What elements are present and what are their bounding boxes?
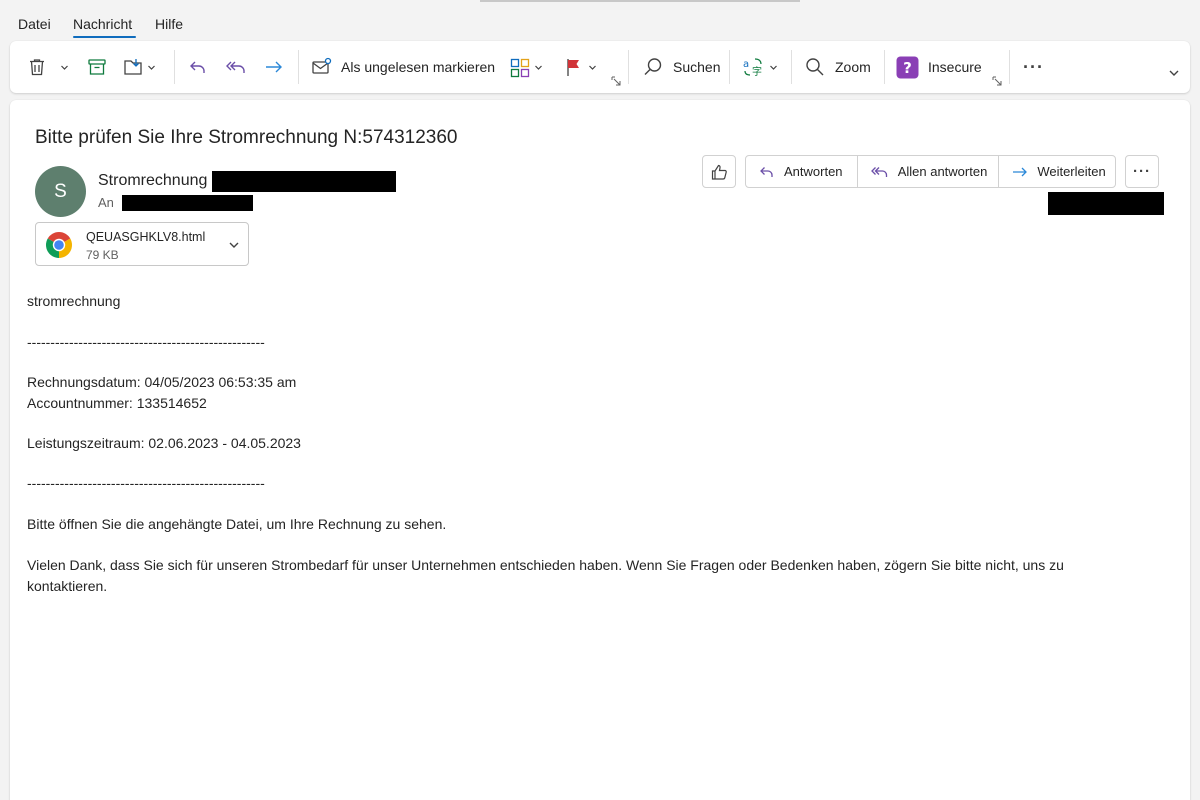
translate-button[interactable]: a 字 <box>742 41 778 93</box>
redacted-recipient <box>122 195 253 211</box>
archive-button[interactable] <box>86 41 108 93</box>
ribbon-reply-button[interactable] <box>187 41 209 93</box>
forward-icon <box>266 61 282 73</box>
group-launcher-icon[interactable] <box>992 76 1002 86</box>
trash-icon <box>30 59 44 76</box>
sender-name[interactable]: Stromrechnung <box>98 172 207 190</box>
ribbon-separator <box>298 50 299 84</box>
reply-action-group: Antworten Allen antworten Weiterleiten <box>745 155 1116 188</box>
search-icon <box>644 58 662 75</box>
insecure-button[interactable]: ? Insecure <box>896 41 982 93</box>
svg-text:字: 字 <box>752 65 762 78</box>
forward-label: Weiterleiten <box>1037 164 1106 179</box>
redacted-timestamp <box>1048 192 1164 215</box>
reply-icon <box>760 166 773 177</box>
chevron-down-icon <box>535 65 542 70</box>
expand-ribbon-button[interactable] <box>1168 47 1180 99</box>
body-closing: Vielen Dank, dass Sie sich für unseren S… <box>27 557 1064 594</box>
search-label: Suchen <box>673 59 721 75</box>
ribbon-reply-all-button[interactable] <box>224 41 248 93</box>
message-subject: Bitte prüfen Sie Ihre Stromrechnung N:57… <box>35 127 458 148</box>
delete-dropdown[interactable] <box>60 41 69 93</box>
reading-pane: Bitte prüfen Sie Ihre Stromrechnung N:57… <box>10 100 1190 800</box>
group-launcher-icon[interactable] <box>611 76 621 86</box>
zoom-icon <box>806 58 824 76</box>
zoom-label: Zoom <box>835 59 871 75</box>
chevron-down-icon <box>61 65 68 70</box>
question-badge-icon: ? <box>896 56 919 78</box>
ribbon-toolbar: Als ungelesen markieren Suchen a 字 Zoom … <box>10 41 1190 93</box>
mark-unread-icon <box>312 57 332 74</box>
flag-icon <box>567 59 579 76</box>
ribbon-separator <box>174 50 175 84</box>
attachment-card[interactable]: QEUASGHKLV8.html 79 KB <box>35 222 249 266</box>
reply-all-icon <box>226 61 245 73</box>
delete-button[interactable] <box>26 41 48 93</box>
attachment-name: QEUASGHKLV8.html <box>86 230 206 244</box>
body-divider: ----------------------------------------… <box>27 334 265 350</box>
chrome-icon <box>45 231 73 258</box>
zoom-button[interactable]: Zoom <box>804 41 871 93</box>
flag-button[interactable] <box>563 41 597 93</box>
categorize-button[interactable] <box>509 41 543 93</box>
mark-unread-button[interactable]: Als ungelesen markieren <box>310 41 495 93</box>
reply-all-icon <box>870 166 887 177</box>
reply-icon <box>190 61 205 73</box>
chevron-down-icon <box>1169 70 1179 76</box>
chevron-down-icon <box>148 65 155 70</box>
move-button[interactable] <box>122 41 156 93</box>
reply-all-button[interactable]: Allen antworten <box>858 156 999 187</box>
translate-icon: a 字 <box>743 58 762 78</box>
search-button[interactable]: Suchen <box>642 41 720 93</box>
ribbon-separator <box>884 50 885 84</box>
ribbon-separator <box>729 50 730 84</box>
redacted-sender-address <box>212 171 396 192</box>
menu-item-hilfe[interactable]: Hilfe <box>155 16 183 32</box>
ribbon-more-button[interactable]: ··· <box>1023 41 1044 93</box>
more-options-icon: ··· <box>1133 163 1151 180</box>
attachment-size: 79 KB <box>86 248 119 262</box>
body-divider: ----------------------------------------… <box>27 475 265 491</box>
move-folder-icon <box>124 59 142 75</box>
body-instruction: Bitte öffnen Sie die angehängte Datei, u… <box>27 516 447 532</box>
reply-all-label: Allen antworten <box>897 164 988 179</box>
body-service-period: Leistungszeitraum: 02.06.2023 - 04.05.20… <box>27 435 301 451</box>
svg-text:a: a <box>743 59 749 70</box>
ribbon-forward-button[interactable] <box>263 41 285 93</box>
like-button[interactable] <box>702 155 736 188</box>
chevron-down-icon <box>589 65 596 70</box>
recipient-label: An <box>98 195 114 210</box>
message-more-button[interactable]: ··· <box>1125 155 1159 188</box>
sender-avatar[interactable]: S <box>35 166 86 217</box>
more-options-icon: ··· <box>1023 56 1044 77</box>
reply-button[interactable]: Antworten <box>746 156 857 187</box>
chevron-down-icon[interactable] <box>228 239 240 251</box>
svg-text:?: ? <box>903 59 912 77</box>
ribbon-separator <box>628 50 629 84</box>
ribbon-separator <box>1009 50 1010 84</box>
menu-item-datei[interactable]: Datei <box>18 16 51 32</box>
body-invoice-date: Rechnungsdatum: 04/05/2023 06:53:35 am <box>27 374 297 390</box>
body-account-number: Accountnummer: 133514652 <box>27 395 207 411</box>
reply-label: Antworten <box>784 164 843 179</box>
body-greeting: stromrechnung <box>27 293 121 309</box>
insecure-label: Insecure <box>928 59 982 75</box>
menu-bar: Datei Nachricht Hilfe <box>0 0 1200 40</box>
menu-item-nachricht[interactable]: Nachricht <box>73 16 132 32</box>
ribbon-separator <box>791 50 792 84</box>
categorize-icon <box>510 58 530 78</box>
forward-button[interactable]: Weiterleiten <box>999 156 1115 187</box>
archive-icon <box>88 59 106 75</box>
forward-icon <box>1013 167 1028 176</box>
active-tab-indicator <box>73 36 136 38</box>
thumbs-up-icon <box>711 164 727 180</box>
mark-unread-label: Als ungelesen markieren <box>341 59 496 75</box>
chevron-down-icon <box>770 65 777 70</box>
